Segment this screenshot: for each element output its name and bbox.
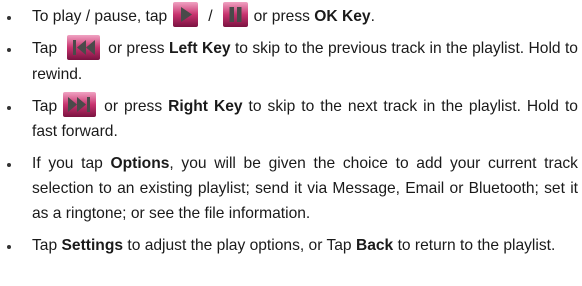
item-text: or press (108, 40, 165, 58)
item-text: or press (104, 97, 163, 115)
key-label: OK Key (314, 8, 371, 25)
previous-track-icon (67, 34, 101, 60)
list-item-options: If you tap Options, you will be given th… (0, 151, 582, 226)
item-text: to return to the playlist. (397, 237, 556, 255)
item-text: . (370, 8, 375, 25)
item-text: Tap (32, 40, 58, 58)
item-text: To play / pause, tap (32, 8, 168, 25)
separator-text: / (208, 8, 213, 25)
list-item-play-pause: To play / pause, tap / or press OK Key. (0, 2, 582, 29)
list-item-next: Tap or press Right Key to skip to the nex… (0, 92, 582, 144)
next-track-icon (63, 92, 97, 118)
item-text: to adjust the play options, or Tap (127, 237, 352, 255)
key-label: Options (110, 155, 170, 173)
key-label: Left Key (168, 40, 231, 58)
item-text: Tap (32, 237, 58, 255)
key-label: Right Key (168, 97, 243, 115)
pause-icon (222, 2, 248, 28)
list-item-previous: Tap or press Left Key to skip to the prev… (0, 34, 582, 86)
key-label: Settings (61, 237, 124, 255)
instruction-list: To play / pause, tap / or press OK Key. Ta… (0, 2, 582, 265)
item-text: If you tap (32, 155, 103, 173)
item-text: Tap (32, 97, 58, 115)
key-label: Back (355, 237, 394, 255)
list-item-settings: Tap Settings to adjust the play options,… (0, 233, 582, 258)
item-text: or press (253, 8, 310, 25)
play-icon (173, 2, 199, 28)
